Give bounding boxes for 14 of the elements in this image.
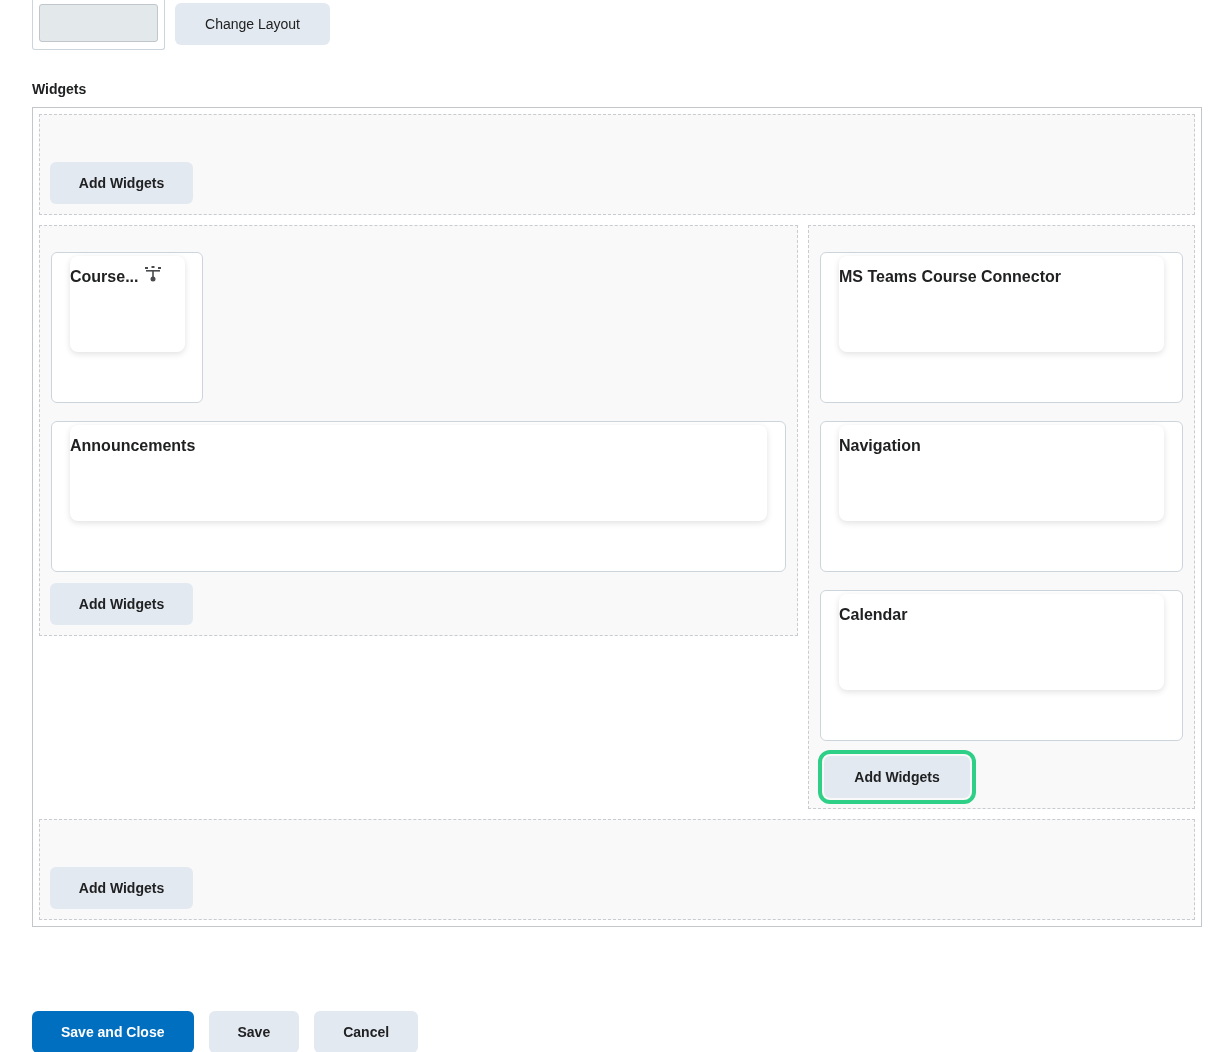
add-widgets-button[interactable]: Add Widgets xyxy=(50,162,193,204)
save-and-close-button[interactable]: Save and Close xyxy=(32,1011,194,1052)
widget-title: MS Teams Course Connector xyxy=(839,268,1061,285)
change-layout-button[interactable]: Change Layout xyxy=(175,3,330,45)
section-label: Widgets xyxy=(32,80,88,98)
widget-title: Navigation xyxy=(839,437,921,454)
footer-button[interactable]: Cancel xyxy=(314,1011,419,1052)
add-widgets-button[interactable]: Add Widgets xyxy=(50,583,193,625)
hierarchy-icon xyxy=(144,265,163,283)
add-widgets-button[interactable]: Add Widgets xyxy=(50,867,193,909)
widget-title: Calendar xyxy=(839,606,908,623)
footer-button[interactable]: Save xyxy=(208,1011,300,1052)
widget-title: Announcements xyxy=(70,437,196,454)
widget-title: Course... xyxy=(70,267,139,287)
